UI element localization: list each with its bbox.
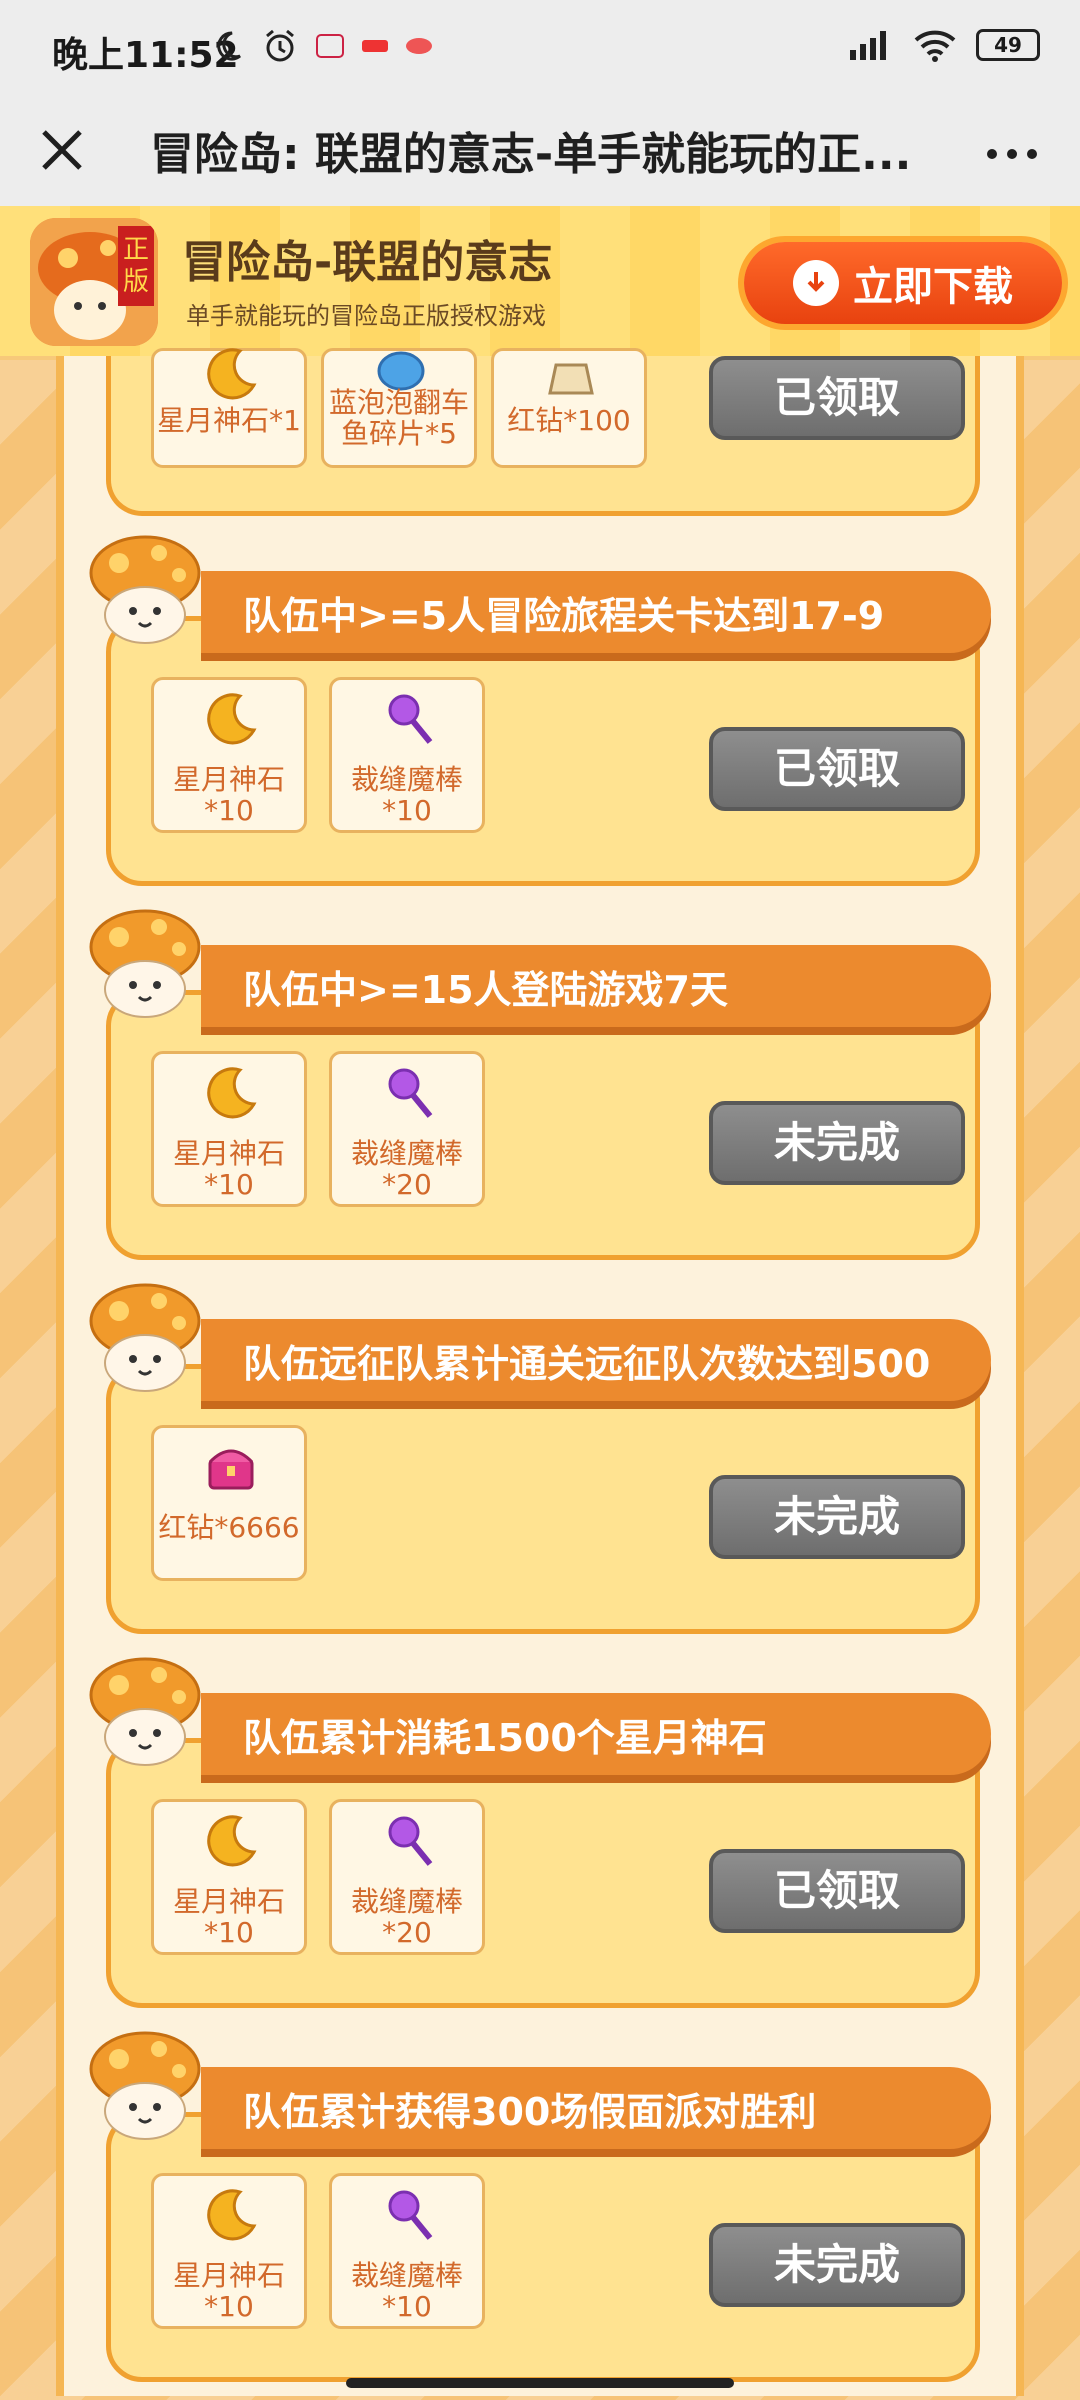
treasure-chest-icon bbox=[208, 1449, 254, 1490]
reward-label: 裁缝魔棒 *10 bbox=[350, 2259, 463, 2323]
reward-label: 裁缝魔棒 *10 bbox=[350, 763, 463, 827]
page-title: 冒险岛: 联盟的意志-单手就能玩的正... bbox=[150, 129, 912, 180]
reward-item: 星月神石 *10 bbox=[151, 2173, 307, 2329]
task-title: 队伍远征队累计通关远征队次数达到500 bbox=[243, 1342, 931, 1386]
task-title: 队伍中>=5人冒险旅程关卡达到17-9 bbox=[243, 594, 885, 638]
app-notification-icon bbox=[316, 34, 344, 58]
app-icon: 正 版 bbox=[30, 218, 158, 346]
status-button[interactable]: 未完成 bbox=[709, 2223, 965, 2307]
download-icon bbox=[793, 260, 839, 306]
status-bar: 晚上11:52 49 bbox=[0, 0, 1080, 96]
reward-label: 星月神石 *10 bbox=[172, 763, 285, 827]
mushroom-mascot-icon bbox=[89, 909, 201, 1018]
reward-item: 星月神石 *10 bbox=[151, 677, 307, 833]
magic-wand-icon bbox=[388, 1816, 433, 1866]
alarm-icon bbox=[266, 29, 294, 62]
task-card: 队伍远征队累计通关远征队次数达到500 红钻*6666 未完成 bbox=[89, 1283, 991, 1634]
mushroom-logo-icon: 正 版 bbox=[30, 218, 158, 346]
status-icons-left bbox=[210, 28, 432, 64]
status-button[interactable]: 未完成 bbox=[709, 1101, 965, 1185]
wifi-icon bbox=[914, 30, 956, 62]
reward-item: 裁缝魔棒 *20 bbox=[329, 1051, 485, 1207]
reward-label: 蓝泡泡翻车 鱼碎片*5 bbox=[328, 386, 469, 450]
banner-subtitle: 单手就能玩的冒险岛正版授权游戏 bbox=[186, 302, 546, 330]
reward-label: 星月神石*1 bbox=[157, 404, 301, 437]
reward-item: 星月神石 *10 bbox=[151, 1799, 307, 1955]
task-card: 队伍中>=15人登陆游戏7天 星月神石 *10 裁缝魔棒 *20 未完成 bbox=[89, 909, 991, 1260]
task-title: 队伍累计获得300场假面派对胜利 bbox=[243, 2090, 817, 2134]
download-label: 立即下载 bbox=[853, 264, 1013, 310]
reward-item: 蓝泡泡翻车 鱼碎片*5 bbox=[321, 348, 477, 468]
reward-label: 星月神石 *10 bbox=[172, 2259, 285, 2323]
magic-wand-icon bbox=[388, 694, 433, 744]
banner-app-name: 冒险岛-联盟的意志 bbox=[182, 237, 553, 288]
mushroom-mascot-icon bbox=[89, 2031, 201, 2140]
app-notification-icon bbox=[406, 38, 432, 54]
more-icon[interactable] bbox=[980, 122, 1044, 186]
reward-item: 星月神石 *10 bbox=[151, 1051, 307, 1207]
task-header: 队伍远征队累计通关远征队次数达到500 bbox=[201, 1319, 991, 1401]
crescent-moon-icon bbox=[207, 1067, 257, 1119]
app-notification-icon bbox=[362, 40, 388, 52]
gesture-bar[interactable] bbox=[346, 2378, 734, 2388]
status-button[interactable]: 已领取 bbox=[709, 727, 965, 811]
close-icon[interactable] bbox=[30, 118, 94, 182]
reward-label: 红钻*6666 bbox=[158, 1511, 300, 1544]
moon-icon bbox=[217, 31, 241, 61]
task-card: 队伍累计消耗1500个星月神石 星月神石 *10 裁缝魔棒 *20 已领取 bbox=[89, 1657, 991, 2008]
signal-icon bbox=[850, 31, 886, 60]
status-button[interactable]: 已领取 bbox=[709, 1849, 965, 1933]
crescent-moon-icon bbox=[207, 1815, 257, 1867]
reward-item: 红钻*6666 bbox=[151, 1425, 307, 1581]
task-title: 队伍中>=15人登陆游戏7天 bbox=[243, 968, 729, 1012]
title-bar: 冒险岛: 联盟的意志-单手就能玩的正... bbox=[0, 96, 1080, 206]
reward-item: 红钻*100 bbox=[491, 348, 647, 468]
reward-item: 裁缝魔棒 *10 bbox=[329, 2173, 485, 2329]
reward-item: 裁缝魔棒 *10 bbox=[329, 677, 485, 833]
bag-icon bbox=[548, 363, 594, 395]
reward-label: 裁缝魔棒 *20 bbox=[350, 1137, 463, 1201]
magic-wand-icon bbox=[388, 1068, 433, 1118]
download-button[interactable]: 立即下载 bbox=[744, 242, 1062, 324]
task-card: 队伍累计获得300场假面派对胜利 星月神石 *10 裁缝魔棒 *10 未完成 bbox=[89, 2031, 991, 2382]
task-card-partial: 星月神石*1 蓝泡泡翻车 鱼碎片*5 红钻*100 已领取 bbox=[106, 348, 980, 516]
task-title: 队伍累计消耗1500个星月神石 bbox=[243, 1716, 767, 1760]
reward-label: 裁缝魔棒 *20 bbox=[350, 1885, 463, 1949]
reward-item: 裁缝魔棒 *20 bbox=[329, 1799, 485, 1955]
reward-label: 红钻*100 bbox=[507, 404, 631, 437]
reward-label: 星月神石 *10 bbox=[172, 1137, 285, 1201]
svg-text:正: 正 bbox=[123, 235, 149, 265]
reward-item: 星月神石*1 bbox=[151, 348, 307, 468]
status-icons-right: 49 bbox=[846, 28, 1040, 62]
mushroom-mascot-icon bbox=[89, 535, 201, 644]
mushroom-mascot-icon bbox=[89, 1283, 201, 1392]
svg-text:版: 版 bbox=[123, 267, 149, 297]
crescent-moon-icon bbox=[207, 693, 257, 745]
crescent-moon-icon bbox=[207, 2189, 257, 2241]
task-header: 队伍中>=5人冒险旅程关卡达到17-9 bbox=[201, 571, 991, 653]
task-card: 队伍中>=5人冒险旅程关卡达到17-9 星月神石 *10 裁缝魔棒 *10 已领… bbox=[89, 535, 991, 886]
download-banner[interactable]: 正 版 冒险岛-联盟的意志 单手就能玩的冒险岛正版授权游戏 立即下载 bbox=[0, 206, 1080, 356]
crescent-moon-icon bbox=[207, 348, 257, 400]
reward-label: 星月神石 *10 bbox=[172, 1885, 285, 1949]
task-header: 队伍累计消耗1500个星月神石 bbox=[201, 1693, 991, 1775]
task-header: 队伍中>=15人登陆游戏7天 bbox=[201, 945, 991, 1027]
mushroom-mascot-icon bbox=[89, 1657, 201, 1766]
status-button[interactable]: 未完成 bbox=[709, 1475, 965, 1559]
battery-icon: 49 bbox=[976, 29, 1040, 61]
status-button[interactable]: 已领取 bbox=[709, 356, 965, 440]
magic-wand-icon bbox=[388, 2190, 433, 2240]
task-header: 队伍累计获得300场假面派对胜利 bbox=[201, 2067, 991, 2149]
